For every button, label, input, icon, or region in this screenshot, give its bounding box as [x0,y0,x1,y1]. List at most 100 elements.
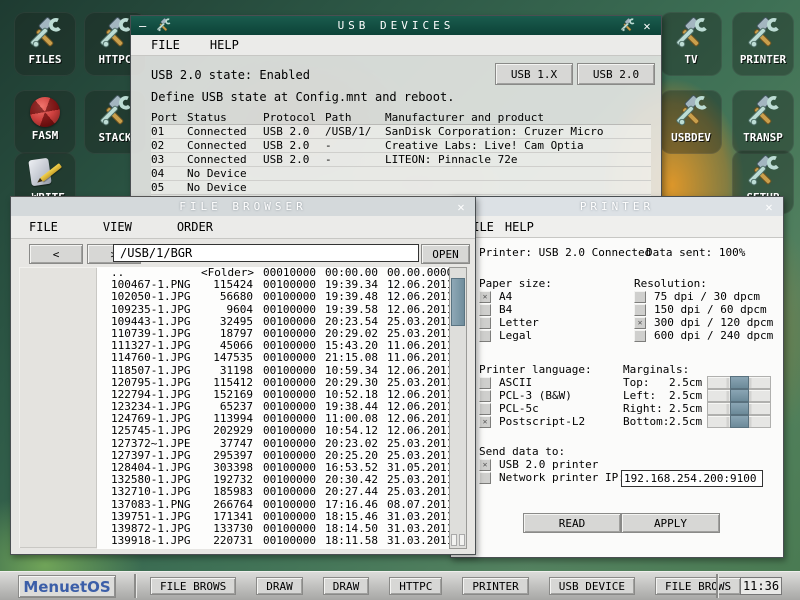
scrollbar[interactable] [449,267,467,549]
checkbox-icon[interactable] [634,330,646,342]
desktop-icon-tv[interactable]: TV [660,12,722,76]
usb-menubar: FILE HELP [131,35,661,56]
resolution-option[interactable]: 600 dpi / 240 dpcm [634,329,773,342]
usb-titlebar[interactable]: — USB DEVICES ✕ [131,16,661,35]
checkbox-icon[interactable] [479,472,491,484]
checkbox-icon[interactable] [479,330,491,342]
marginals-group: Marginals: Top: 2.5cm Left: 2.5cm [623,363,771,428]
taskbar-task-button[interactable]: PRINTER [462,577,528,595]
resolution-group: Resolution: 75 dpi / 30 dpcm 150 dpi / 6… [634,277,773,342]
taskbar-task-button[interactable]: USB DEVICE [549,577,635,595]
paper-size-option[interactable]: Letter [479,316,552,329]
open-button[interactable]: OPEN [421,244,470,264]
slider-thumb[interactable] [730,376,749,389]
browser-menubar: FILE VIEW ORDER [11,216,475,239]
slider-thumb[interactable] [730,402,749,415]
checkbox-icon[interactable] [479,390,491,402]
close-icon[interactable]: ✕ [760,199,778,214]
scrollbar-button[interactable] [451,534,457,546]
checkbox-icon[interactable] [479,459,491,471]
scrollbar-thumb[interactable] [451,278,465,326]
checkbox-icon[interactable] [479,416,491,428]
path-input[interactable] [113,244,419,262]
usb-table-row: 02ConnectedUSB 2.0 -Creative Labs: Live!… [151,139,651,153]
taskbar: MenuetOS FILE BROWS DRAW DRAW HTTPC PRIN… [0,571,800,600]
send-target-option[interactable]: USB 2.0 printer [479,458,625,471]
usb1x-button[interactable]: USB 1.X [495,63,573,85]
printer-language-label: Printer language: [479,363,592,376]
menu-help[interactable]: HELP [210,38,239,52]
taskbar-task-button[interactable]: DRAW [256,577,303,595]
menu-help[interactable]: HELP [505,220,534,234]
margin-slider[interactable] [707,402,771,415]
slider-thumb[interactable] [730,415,749,428]
read-button[interactable]: READ [523,513,621,533]
printer-language-option[interactable]: ASCII [479,376,592,389]
taskbar-task-button[interactable]: DRAW [323,577,370,595]
resolution-option[interactable]: 75 dpi / 30 dpcm [634,290,773,303]
send-target-option[interactable]: Network printer IP: [479,471,625,484]
usb20-button[interactable]: USB 2.0 [577,63,655,85]
checkbox-icon[interactable] [634,317,646,329]
desktop-icon-label: TV [684,53,697,66]
close-icon[interactable]: ✕ [452,199,470,214]
paper-size-option[interactable]: A4 [479,290,552,303]
printer-language-option[interactable]: PCL-5c [479,402,592,415]
menuetos-start-button[interactable]: MenuetOS [18,575,116,598]
printer-language-option[interactable]: PCL-3 (B&W) [479,389,592,402]
desktop-icon-usbdev[interactable]: USBDEV [660,90,722,154]
margin-slider[interactable] [707,389,771,402]
desktop: FILES HTTPC FASM STACK _WRITE TV PRINTER… [0,0,800,600]
close-icon[interactable]: ✕ [638,18,656,33]
file-row[interactable]: 109235-1.JPG 9604 00100000 19:39.58 12.0… [97,304,449,316]
checkbox-icon[interactable] [634,304,646,316]
tools-icon [28,17,62,51]
paper-size-group: Paper size: A4 B4 Letter [479,277,552,342]
menu-file[interactable]: FILE [29,220,58,234]
checkbox-icon[interactable] [479,377,491,389]
printer-menubar: FILE HELP [451,216,783,238]
desktop-icon-printer[interactable]: PRINTER [732,12,794,76]
file-row[interactable]: 118507-1.JPG 31198 00100000 10:59.34 12.… [97,365,449,377]
file-row[interactable]: 125745-1.JPG 202929 00100000 10:54.12 12… [97,425,449,437]
margin-row: Top: 2.5cm [623,376,771,389]
browser-titlebar[interactable]: FILE BROWSER ✕ [11,197,475,217]
margin-slider[interactable] [707,376,771,389]
desktop-icon-transp[interactable]: TRANSP [732,90,794,154]
file-row[interactable]: 114760-1.JPG 147535 00100000 21:15.08 11… [97,352,449,364]
resolution-option[interactable]: 300 dpi / 120 dpcm [634,316,773,329]
taskbar-task-button[interactable]: HTTPC [389,577,442,595]
tools-icon [746,155,780,189]
network-printer-ip-input[interactable] [621,470,763,487]
printer-language-option[interactable]: Postscript-L2 [479,415,592,428]
taskbar-task-button[interactable]: FILE BROWS [150,577,236,595]
apply-button[interactable]: APPLY [621,513,720,533]
paper-size-option[interactable]: B4 [479,303,552,316]
paper-size-option[interactable]: Legal [479,329,552,342]
scrollbar-button[interactable] [459,534,465,546]
printer-titlebar[interactable]: PRINTER ✕ [451,197,783,217]
file-row[interactable]: 139918-1.JPG 220731 00100000 18:11.58 31… [97,535,449,547]
desktop-icon-label: STACK [98,131,131,144]
clock: 11:36 [740,577,782,595]
checkbox-icon[interactable] [479,317,491,329]
checkbox-icon[interactable] [479,291,491,303]
checkbox-icon[interactable] [479,304,491,316]
taskbar-task-button[interactable]: FILE BROWS [655,577,741,595]
desktop-icon-fasm[interactable]: FASM [14,90,76,154]
file-row[interactable]: 127372~1.JPE 37747 00100000 20:23.02 25.… [97,438,449,450]
slider-thumb[interactable] [730,389,749,402]
resolution-option[interactable]: 150 dpi / 60 dpcm [634,303,773,316]
margin-row: Bottom: 2.5cm [623,415,771,428]
file-row[interactable]: 137083-1.PNG 266764 00100000 17:16.46 08… [97,499,449,511]
menu-view[interactable]: VIEW [103,220,132,234]
back-button[interactable]: < [29,244,83,264]
file-row[interactable]: 132710-1.JPG 185983 00100000 20:27.44 25… [97,486,449,498]
checkbox-icon[interactable] [634,291,646,303]
file-row[interactable]: 102050-1.JPG 56680 00100000 19:39.48 12.… [97,291,449,303]
desktop-icon-files[interactable]: FILES [14,12,76,76]
margin-slider[interactable] [707,415,771,428]
menu-order[interactable]: ORDER [177,220,213,234]
checkbox-icon[interactable] [479,403,491,415]
menu-file[interactable]: FILE [151,38,180,52]
